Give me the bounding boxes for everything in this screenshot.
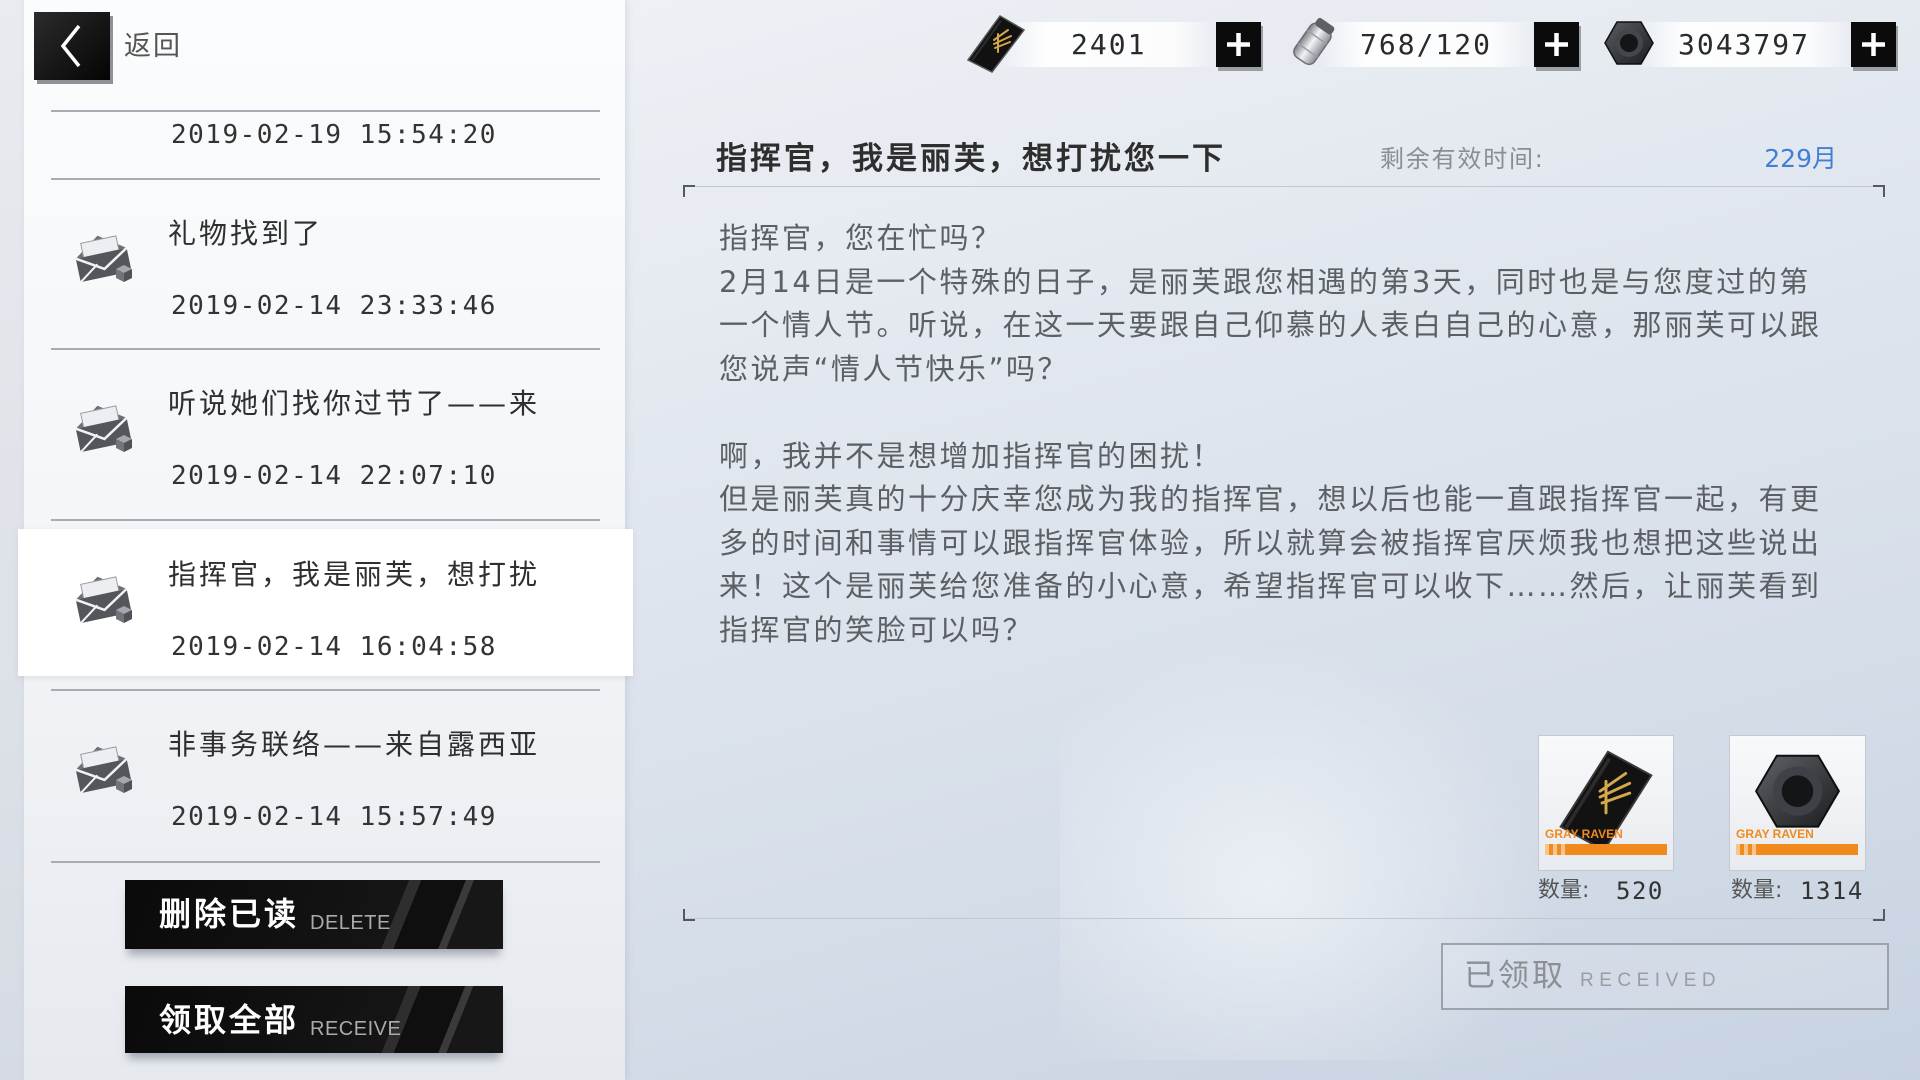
claim-label: 已领取 — [1464, 958, 1566, 994]
frame-corner — [683, 185, 695, 197]
attachment-quantity: 520 — [1616, 877, 1664, 905]
list-divider — [51, 689, 600, 691]
receive-all-button[interactable]: 领取全部 RECEIVE — [125, 986, 503, 1053]
black-card-value: 2401 — [1071, 28, 1147, 61]
validity-label: 剩余有效时间: — [1380, 145, 1545, 173]
list-divider — [51, 110, 600, 112]
mail-body-paragraph: 指挥官，您在忙吗？ 2月14日是一个特殊的日子，是丽芙跟您相遇的第3天，同时也是… — [719, 217, 1889, 391]
list-divider — [51, 178, 600, 180]
mail-list-item[interactable]: 礼物找到了 2019-02-14 23:33:46 — [18, 188, 633, 335]
plus-icon — [1862, 33, 1885, 56]
serum-value: 768/120 — [1360, 28, 1493, 61]
rarity-bar — [1545, 844, 1667, 855]
attachment-item[interactable]: GRAY RAVEN — [1538, 735, 1674, 871]
attachment-quantity-label: 数量: — [1538, 878, 1590, 903]
delete-read-sublabel: DELETE — [310, 912, 391, 934]
opened-mail-icon — [75, 405, 132, 453]
content-frame-bottom — [686, 918, 1883, 919]
gray-raven-badge: GRAY RAVEN — [1545, 827, 1623, 841]
plus-icon — [1545, 33, 1568, 56]
list-divider — [51, 348, 600, 350]
mail-body-line: 多的时间和事情可以跟指挥官体验，所以就算会被指挥官厌烦我也想把这些说出 — [719, 525, 1822, 560]
mail-body-paragraph: 啊，我并不是想增加指挥官的困扰！ 但是丽芙真的十分庆幸您成为我的指挥官，想以后也… — [719, 435, 1889, 653]
cog-icon — [1604, 21, 1654, 65]
mail-body: 指挥官，您在忙吗？ 2月14日是一个特殊的日子，是丽芙跟您相遇的第3天，同时也是… — [719, 217, 1889, 696]
mail-body-line: 您说声“情人节快乐”吗？ — [719, 351, 1070, 386]
mail-body-line: 指挥官的笑脸可以吗？ — [719, 612, 1035, 647]
mail-body-line: 来！这个是丽芙给您准备的小心意，希望指挥官可以收下……然后，让丽芙看到 — [719, 569, 1822, 603]
mail-body-line: 指挥官，您在忙吗？ — [719, 221, 1003, 255]
mail-item-date: 2019-02-14 16:04:58 — [171, 632, 497, 662]
mail-item-title: 听说她们找你过节了——来 — [168, 387, 541, 420]
mail-list-item[interactable]: 指挥官，我是丽芙，想打扰 2019-02-14 16:04:58 — [18, 529, 633, 676]
mail-list-item[interactable]: 非事务联络——来自露西亚 2019-02-14 15:57:49 — [18, 699, 633, 846]
opened-mail-icon — [75, 235, 132, 283]
mail-item-title: 指挥官，我是丽芙，想打扰 — [168, 558, 541, 591]
opened-mail-icon — [75, 746, 132, 794]
serum-icon — [1293, 17, 1335, 66]
cog-value: 3043797 — [1678, 28, 1811, 61]
content-frame-top — [686, 186, 1883, 187]
claim-sublabel: RECEIVED — [1580, 970, 1722, 991]
frame-corner — [1873, 185, 1885, 197]
mail-list-item[interactable]: 听说她们找你过节了——来 2019-02-14 22:07:10 — [18, 358, 633, 505]
mail-item-title: 非事务联络——来自露西亚 — [168, 728, 541, 761]
delete-read-button[interactable]: 删除已读 DELETE — [125, 880, 503, 949]
delete-read-label: 删除已读 — [159, 895, 300, 933]
opened-mail-icon — [75, 576, 132, 624]
validity-value: 229月 — [1764, 144, 1837, 173]
list-divider — [51, 519, 600, 521]
frame-corner — [683, 909, 695, 921]
attachment-quantity-label: 数量: — [1731, 878, 1783, 903]
receive-all-sublabel: RECEIVE — [310, 1018, 402, 1040]
list-divider — [51, 861, 600, 863]
receive-all-label: 领取全部 — [159, 1001, 300, 1039]
mail-item-date: 2019-02-14 23:33:46 — [171, 291, 497, 321]
claim-button[interactable]: 已领取 RECEIVED — [1441, 943, 1889, 1010]
plus-icon — [1227, 33, 1250, 56]
mail-item-date: 2019-02-14 15:57:49 — [171, 802, 497, 832]
back-label[interactable]: 返回 — [124, 30, 182, 64]
mail-detail-title: 指挥官，我是丽芙，想打扰您一下 — [716, 141, 1226, 177]
attachment-item[interactable]: GRAY RAVEN — [1729, 735, 1866, 871]
frame-corner — [1873, 909, 1885, 921]
mail-body-line: 一个情人节。听说，在这一天要跟自己仰慕的人表白自己的心意，那丽芙可以跟 — [719, 308, 1822, 342]
mail-item-date: 2019-02-14 22:07:10 — [171, 461, 497, 491]
mail-body-line: 但是丽芙真的十分庆幸您成为我的指挥官，想以后也能一直跟指挥官一起，有更 — [719, 482, 1822, 516]
add-serum-button[interactable] — [1534, 22, 1579, 67]
mail-item-title: 礼物找到了 — [168, 217, 324, 250]
mail-body-line: 啊，我并不是想增加指挥官的困扰！ — [719, 438, 1224, 473]
gray-raven-badge: GRAY RAVEN — [1736, 827, 1814, 841]
rarity-bar — [1736, 844, 1858, 855]
add-black-card-button[interactable] — [1216, 22, 1261, 67]
back-button[interactable] — [34, 12, 110, 80]
black-card-icon — [966, 15, 1026, 73]
chevron-left-icon — [60, 24, 81, 68]
mail-item-partial-date[interactable]: 2019-02-19 15:54:20 — [171, 119, 497, 151]
mail-body-line: 2月14日是一个特殊的日子，是丽芙跟您相遇的第3天，同时也是与您度过的第 — [719, 264, 1811, 299]
attachment-quantity: 1314 — [1800, 877, 1864, 905]
add-cog-button[interactable] — [1851, 22, 1896, 67]
